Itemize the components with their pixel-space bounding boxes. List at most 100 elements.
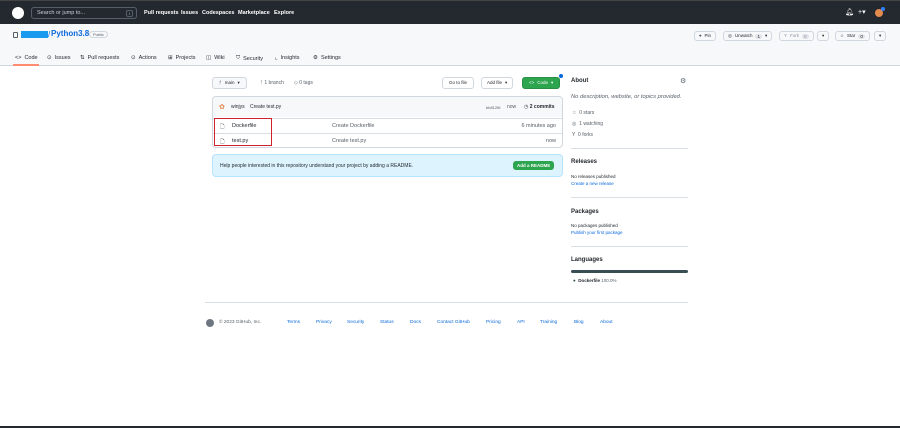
footer-link-blog[interactable]: Blog <box>574 320 584 325</box>
tab-actions[interactable]: ⊙ Actions <box>131 55 157 61</box>
branches-link[interactable]: ᚠ 1 branch <box>260 80 284 86</box>
create-release-link[interactable]: Create a new release <box>571 181 614 186</box>
pin-button[interactable]: ⌖ Pin <box>694 31 717 41</box>
latest-commit-bar: ✿ winjys Create test.py bb812f6 now ◷ 2 … <box>213 97 562 117</box>
create-new-menu[interactable]: +▾ <box>858 8 866 16</box>
readme-banner: Help people interested in this repositor… <box>212 154 563 177</box>
nav-pull-requests[interactable]: Pull requests <box>144 10 179 16</box>
publish-package-link[interactable]: Publish your first package <box>571 230 623 235</box>
play-icon: ⊙ <box>131 55 136 61</box>
star-button[interactable]: ☆ Star 0 <box>835 31 870 41</box>
code-label: Code <box>537 80 549 85</box>
table-icon: ⊞ <box>168 55 173 61</box>
branch-name: main <box>224 80 235 85</box>
slash-key-hint: / <box>125 10 133 17</box>
owner-separator: / <box>48 30 51 39</box>
star-dropdown[interactable]: ▾ <box>874 31 887 41</box>
owner-name-redacted[interactable] <box>21 31 48 38</box>
footer-link-docs[interactable]: Docs <box>410 320 421 325</box>
releases-heading[interactable]: Releases <box>571 159 597 165</box>
nav-explore[interactable]: Explore <box>274 10 294 16</box>
tab-security[interactable]: ⛉ Security <box>236 55 263 62</box>
go-to-file-label: Go to file <box>449 80 468 85</box>
fork-count: 0 <box>802 33 809 39</box>
fork-button[interactable]: Y Fork 0 <box>779 31 814 41</box>
commits-count: 2 commits <box>529 104 555 110</box>
fork-dropdown[interactable]: ▾ <box>817 31 830 41</box>
file-commit-message[interactable]: Create Dockerfile <box>332 123 375 129</box>
footer-link-api[interactable]: API <box>517 320 525 325</box>
footer-link-privacy[interactable]: Privacy <box>316 320 332 325</box>
tab-code[interactable]: <> Code <box>15 55 38 61</box>
forks-link[interactable]: Y 0 forks <box>572 132 593 138</box>
commit-message[interactable]: Create test.py <box>250 104 281 110</box>
repo-name[interactable]: Python3.8 <box>51 29 89 38</box>
github-logo-icon[interactable] <box>12 7 24 19</box>
top-nav-bar: Search or jump to... / Pull requests Issu… <box>0 0 900 24</box>
graph-icon: ⌞ <box>275 55 278 61</box>
tab-wiki[interactable]: ◫ Wiki <box>206 55 225 61</box>
tab-label: Pull requests <box>87 55 120 61</box>
divider <box>571 197 688 198</box>
tab-pull-requests[interactable]: ⇅ Pull requests <box>80 55 119 61</box>
footer-link-training[interactable]: Training <box>540 320 557 325</box>
file-commit-message[interactable]: Create test.py <box>332 138 366 144</box>
code-button[interactable]: <> Code ▾ <box>522 77 561 89</box>
github-footer-logo-icon[interactable] <box>206 319 214 327</box>
footer-link-about[interactable]: About <box>600 320 613 325</box>
packages-heading[interactable]: Packages <box>571 209 599 215</box>
tab-label: Insights <box>280 55 300 61</box>
footer-link-security[interactable]: Security <box>347 320 364 325</box>
tab-label: Wiki <box>214 55 225 61</box>
footer-link-pricing[interactable]: Pricing <box>486 320 501 325</box>
nav-codespaces[interactable]: Codespaces <box>202 10 234 16</box>
visibility-badge: Public <box>89 31 108 38</box>
tab-projects[interactable]: ⊞ Projects <box>168 55 195 61</box>
notification-dot <box>881 7 885 11</box>
file-time: 6 minutes ago <box>521 123 556 129</box>
tab-label: Issues <box>54 55 71 61</box>
watch-count: 1 <box>755 33 762 39</box>
pin-label: Pin <box>704 33 712 38</box>
pin-icon: ⌖ <box>699 33 702 38</box>
commits-link[interactable]: ◷ 2 commits <box>524 104 555 110</box>
language-dot-icon: ● <box>573 278 576 283</box>
footer-link-terms[interactable]: Terms <box>287 320 300 325</box>
watching-link[interactable]: ◎ 1 watching <box>572 121 603 127</box>
fork-label: Fork <box>790 33 800 38</box>
nav-issues[interactable]: Issues <box>181 10 198 16</box>
divider <box>571 246 688 247</box>
star-label: Star <box>847 33 856 38</box>
commit-time: now <box>507 104 517 110</box>
search-input[interactable]: Search or jump to... / <box>31 7 137 19</box>
tab-insights[interactable]: ⌞ Insights <box>275 55 300 61</box>
releases-empty: No releases published <box>571 174 616 179</box>
gear-icon: ⚙ <box>313 55 318 61</box>
bell-icon[interactable]: 🔔︎ <box>845 8 854 16</box>
commit-author[interactable]: winjys <box>231 104 245 110</box>
footer-copyright: © 2023 GitHub, Inc. <box>219 320 262 325</box>
unwatch-button[interactable]: ◎ Unwatch 1 ▾ <box>723 31 773 41</box>
tags-link[interactable]: ◇ 0 tags <box>294 80 313 86</box>
commit-hash[interactable]: bb812f6 <box>486 105 500 110</box>
tab-settings[interactable]: ⚙ Settings <box>313 55 341 61</box>
footer-link-contact[interactable]: Contact GitHub <box>437 320 470 325</box>
tab-issues[interactable]: ⊙ Issues <box>47 55 71 61</box>
eye-icon: ◎ <box>728 33 732 38</box>
footer-link-status[interactable]: Status <box>380 320 394 325</box>
language-item[interactable]: ● Dockerfile 100.0% <box>573 278 617 283</box>
gear-icon[interactable]: ⚙ <box>680 77 686 85</box>
language-bar <box>571 270 688 273</box>
add-file-button[interactable]: Add file ▾ <box>481 77 514 89</box>
packages-empty: No packages published <box>571 223 618 228</box>
go-to-file-button[interactable]: Go to file <box>442 77 475 89</box>
add-readme-button[interactable]: Add a README <box>513 161 555 170</box>
author-avatar[interactable]: ✿ <box>219 103 225 111</box>
language-name: Dockerfile <box>578 278 600 283</box>
tab-label: Code <box>24 55 38 61</box>
watching-count: 1 watching <box>579 121 604 127</box>
unwatch-label: Unwatch <box>734 33 753 38</box>
nav-marketplace[interactable]: Marketplace <box>238 10 270 16</box>
stars-link[interactable]: ☆ 0 stars <box>572 110 594 116</box>
branch-select[interactable]: ᚠ main ▾ <box>212 77 247 89</box>
